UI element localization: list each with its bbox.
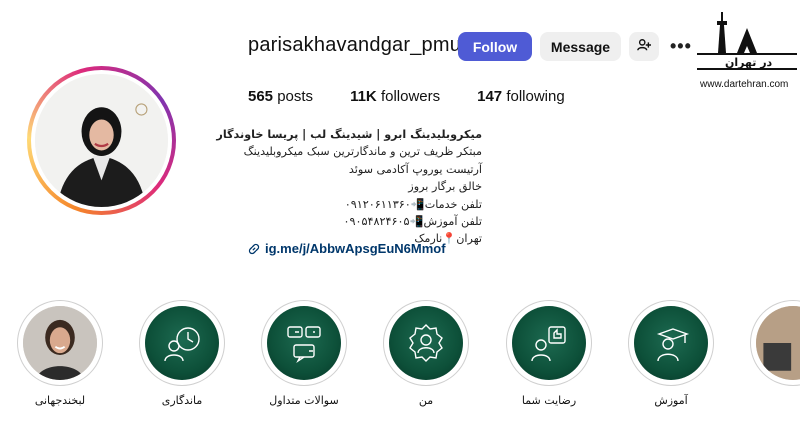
bio-line: تلفن آموزش📲۰۹۰۵۴۸۲۴۶۰۵ [343,214,482,228]
bio-line: مبتکر ظریف ترین و ماندگارترین سبک میکروب… [243,145,482,159]
follow-button[interactable]: Follow [458,32,532,61]
highlight-item[interactable] [17,300,103,386]
avatar-photo [35,74,168,207]
faq-chat-icon [267,306,341,380]
profile-username: parisakhavandgar_pmu [248,34,462,56]
bio-line: تلفن خدمات📲۰۹۱۲۰۶۱۱۳۶۰ [344,197,482,211]
highlight-item[interactable] [750,300,800,386]
followers-stat[interactable]: 11K followers [350,88,440,105]
woman-thumbs-up-icon [512,306,586,380]
highlight-label: ماندگاری [161,394,203,407]
profile-stats: 565 posts 11K followers 147 following [248,88,602,105]
highlight-label: آموزش [654,394,688,407]
profile-bio: میکروبلیدینگ ابرو | شیدینگ لب | پریسا خا… [216,126,482,248]
watermark-url: www.dartehran.com [700,79,789,90]
more-options-icon[interactable]: ••• [670,36,692,57]
posts-count: 565 [248,88,274,105]
highlight-item[interactable] [383,300,469,386]
posts-label: posts [277,88,314,105]
bio-line: خالق برگار بروز [408,180,482,194]
followers-label: followers [380,88,441,105]
following-stat[interactable]: 147 following [477,88,565,105]
bio-line: آرتیست یوروپ آکادمی سوئد [348,162,482,176]
highlight-item[interactable] [628,300,714,386]
graduate-icon [634,306,708,380]
highlight-label: لبخندجهانی [34,394,86,407]
watermark-title: در تهران [725,56,773,69]
profile-avatar[interactable] [27,66,176,215]
cropped-highlight-photo [756,306,800,380]
bio-name: میکروبلیدینگ ابرو | شیدینگ لب | پریسا خا… [216,128,482,141]
highlight-label: سوالات متداول [269,394,339,407]
highlight-item[interactable] [139,300,225,386]
bio-link-text: ig.me/j/AbbwApsgEuN6Mmof [265,241,446,256]
highlight-label: رضایت شما [521,394,577,407]
woman-badge-icon [389,306,463,380]
following-count: 147 [477,88,503,105]
link-icon [248,243,260,255]
portrait-photo [23,306,97,380]
bio-link[interactable]: ig.me/j/AbbwApsgEuN6Mmof [248,241,446,256]
highlight-item[interactable] [261,300,347,386]
suggest-user-button[interactable] [629,32,659,61]
message-button[interactable]: Message [540,32,621,61]
avatar-frame [31,70,172,211]
following-label: following [506,88,565,105]
followers-count: 11K [350,88,377,105]
woman-clock-icon [145,306,219,380]
posts-stat[interactable]: 565 posts [248,88,313,105]
add-user-icon [637,38,651,55]
highlight-item[interactable] [506,300,592,386]
highlight-label: من [418,394,434,407]
